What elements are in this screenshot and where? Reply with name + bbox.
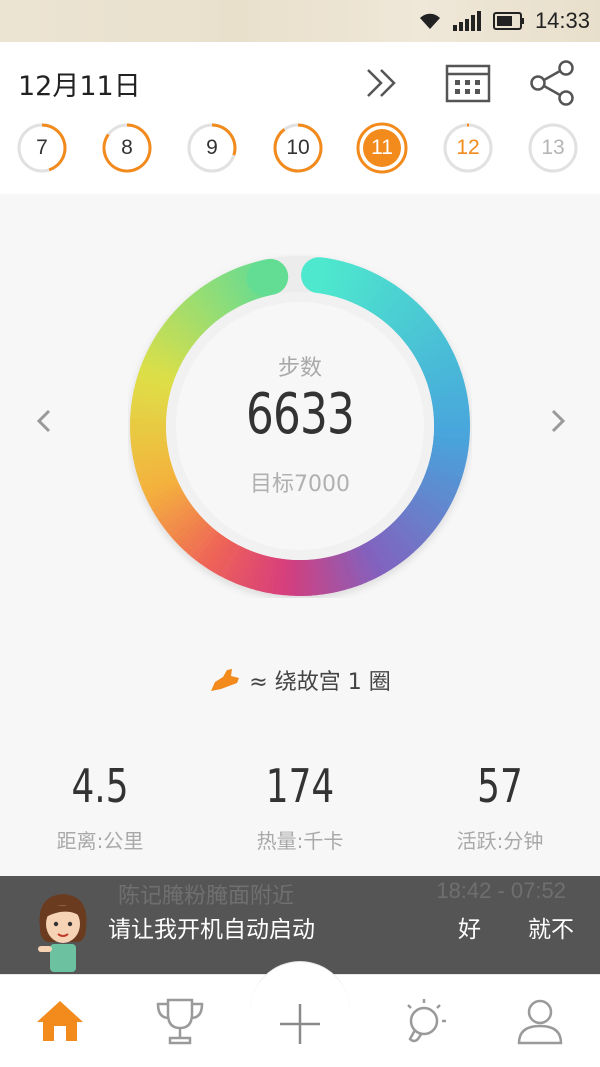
stat-calories: 174 热量:千卡 bbox=[200, 759, 400, 854]
activity-location: 陈记腌粉腌面附近 bbox=[118, 884, 295, 909]
steps-label: 步数 bbox=[277, 356, 322, 381]
status-time: 14:33 bbox=[534, 8, 590, 33]
header: 12月11日 7 8 9 10 11 12 13 bbox=[0, 42, 600, 194]
day-7[interactable]: 7 bbox=[16, 122, 68, 174]
next-day-arrow-icon[interactable] bbox=[542, 406, 572, 436]
steps-ring[interactable]: 步数 6633 目标7000 bbox=[128, 254, 472, 598]
toast-message: 请让我开机自动启动 bbox=[108, 917, 315, 943]
signal-icon bbox=[452, 11, 481, 31]
steps-value: 6633 bbox=[245, 382, 355, 447]
day-13[interactable]: 13 bbox=[527, 122, 579, 174]
trophy-icon[interactable] bbox=[152, 993, 208, 1049]
shoe-icon bbox=[211, 669, 240, 691]
stat-distance: 4.5 距离:公里 bbox=[0, 759, 200, 854]
add-icon bbox=[280, 1003, 320, 1044]
double-chevron-right-icon[interactable] bbox=[358, 60, 406, 106]
stat-label: 距离:公里 bbox=[56, 829, 144, 853]
comparison-text: ≈ 绕故宫 1 圈 bbox=[249, 670, 391, 695]
stat-label: 活跃:分钟 bbox=[456, 829, 544, 853]
home-icon[interactable] bbox=[32, 993, 88, 1049]
day-label: 11 bbox=[371, 136, 393, 159]
stat-value: 4.5 bbox=[71, 759, 129, 813]
activity-time: 18:42 - 07:52 bbox=[436, 878, 566, 903]
distance-comparison: ≈ 绕故宫 1 圈 bbox=[0, 664, 600, 696]
day-9[interactable]: 9 bbox=[186, 122, 238, 174]
profile-icon[interactable] bbox=[512, 993, 568, 1049]
bottom-nav bbox=[0, 961, 600, 1067]
mascot-icon bbox=[38, 894, 87, 972]
toast-ok-button[interactable]: 好 bbox=[458, 910, 481, 944]
toast-decline-button[interactable]: 就不 bbox=[528, 910, 574, 944]
battery-icon bbox=[492, 12, 524, 30]
stat-value: 57 bbox=[477, 759, 523, 813]
day-11[interactable]: 11 bbox=[356, 122, 408, 174]
stat-value: 174 bbox=[265, 759, 335, 813]
day-label: 10 bbox=[286, 136, 310, 159]
day-label: 13 bbox=[541, 136, 565, 159]
day-8[interactable]: 8 bbox=[101, 122, 153, 174]
wifi-icon bbox=[419, 13, 440, 29]
day-selector: 7 8 9 10 11 12 13 bbox=[0, 122, 600, 176]
day-label: 8 bbox=[121, 136, 133, 159]
day-label: 12 bbox=[456, 136, 480, 159]
stat-label: 热量:千卡 bbox=[256, 829, 344, 853]
stat-active: 57 活跃:分钟 bbox=[400, 759, 600, 854]
prev-day-arrow-icon[interactable] bbox=[30, 406, 60, 436]
day-12[interactable]: 12 bbox=[442, 122, 494, 174]
date-title: 12月11日 bbox=[18, 71, 141, 102]
status-bar: 14:33 bbox=[0, 0, 600, 42]
share-icon[interactable] bbox=[528, 60, 576, 106]
add-button[interactable] bbox=[250, 961, 350, 1067]
autostart-toast: 陈记腌粉腌面附近 18:42 - 07:52 请让我开机自动启动 好 就不 bbox=[0, 876, 600, 974]
idea-bulb-icon[interactable] bbox=[394, 993, 450, 1049]
day-label: 7 bbox=[36, 136, 48, 159]
steps-goal: 目标7000 bbox=[250, 472, 350, 497]
day-10[interactable]: 10 bbox=[272, 122, 324, 174]
ring-center: 步数 6633 目标7000 bbox=[128, 254, 472, 598]
calendar-icon[interactable] bbox=[444, 60, 492, 106]
day-label: 9 bbox=[206, 136, 218, 159]
main-panel: 步数 6633 目标7000 ≈ 绕故宫 1 圈 4.5 距离:公里 174 热… bbox=[0, 194, 600, 876]
